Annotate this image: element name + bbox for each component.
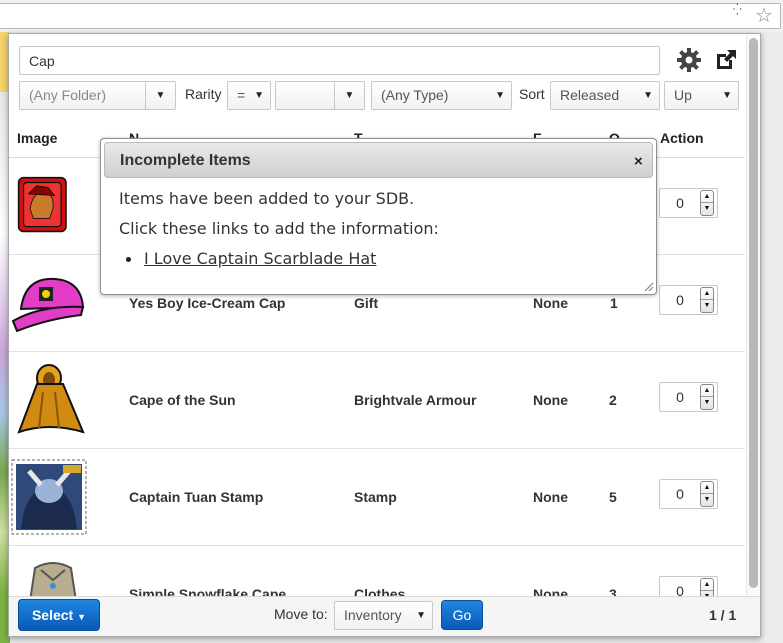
quantity-value: 0 <box>676 486 684 502</box>
item-qty: 5 <box>609 489 617 505</box>
rarity-operator-select[interactable]: = ▼ <box>227 81 271 110</box>
arrow-up-icon[interactable]: ▲ <box>701 385 713 397</box>
chevron-down-icon: ▼ <box>334 82 364 109</box>
item-type: Stamp <box>354 489 397 505</box>
go-button[interactable]: Go <box>441 600 483 630</box>
quantity-stepper[interactable]: 0 ▲▼ <box>659 382 718 412</box>
incomplete-item-link[interactable]: I Love Captain Scarblade Hat <box>144 249 376 268</box>
item-folder: None <box>533 489 568 505</box>
folder-select-value: (Any Folder) <box>29 87 107 103</box>
resize-grip-icon[interactable] <box>642 280 654 292</box>
item-type: Gift <box>354 295 379 311</box>
sdb-popup: (Any Folder) ▼ Rarity = ▼ ▼ (Any Type) ▼… <box>8 33 761 637</box>
select-button[interactable]: Select ▼ <box>18 599 100 631</box>
item-name: Cape of the Sun <box>129 392 236 408</box>
item-folder: None <box>533 392 568 408</box>
dialog-message-1: Items have been added to your SDB. <box>119 189 415 208</box>
rarity-label: Rarity <box>185 86 222 102</box>
item-name: Captain Tuan Stamp <box>129 489 264 505</box>
browser-toolbar: ⁛ ☆ <box>0 0 783 32</box>
sort-select-value: Released <box>560 87 620 103</box>
chevron-down-icon: ▼ <box>643 90 653 101</box>
sort-label: Sort <box>519 86 545 102</box>
arrow-down-icon[interactable]: ▼ <box>701 494 713 506</box>
select-button-label: Select <box>31 607 74 623</box>
chevron-down-icon: ▼ <box>254 90 264 101</box>
order-select-value: Up <box>674 87 692 103</box>
col-header-image[interactable]: Image <box>17 130 57 146</box>
order-select[interactable]: Up ▼ <box>664 81 739 110</box>
type-select-value: (Any Type) <box>381 87 449 103</box>
pagination: 1 / 1 <box>709 607 737 623</box>
item-folder: None <box>533 295 568 311</box>
bookmark-star-icon[interactable]: ☆ <box>755 5 777 25</box>
item-qty: 2 <box>609 392 617 408</box>
item-type: Brightvale Armour <box>354 392 477 408</box>
gear-icon[interactable] <box>676 47 702 73</box>
arrow-down-icon[interactable]: ▼ <box>701 397 713 409</box>
arrow-up-icon[interactable]: ▲ <box>701 288 713 300</box>
bullet-icon <box>126 257 131 262</box>
quantity-stepper[interactable]: 0 ▲▼ <box>659 479 718 509</box>
scrollbar-thumb[interactable] <box>749 38 758 588</box>
item-name: Yes Boy Ice-Cream Cap <box>129 295 286 311</box>
arrow-down-icon[interactable]: ▼ <box>701 203 713 215</box>
dialog-message-2: Click these links to add the information… <box>119 219 439 238</box>
folder-select[interactable]: (Any Folder) ▼ <box>19 81 176 110</box>
table-row: Cape of the Sun Brightvale Armour None 2… <box>9 352 745 449</box>
search-input[interactable] <box>19 46 660 75</box>
dialog-titlebar[interactable]: Incomplete Items × <box>104 142 653 178</box>
spinner[interactable]: ▲▼ <box>700 287 714 313</box>
chevron-down-icon: ▼ <box>495 90 505 101</box>
col-header-action: Action <box>660 130 704 146</box>
arrow-down-icon[interactable]: ▼ <box>701 300 713 312</box>
caret-down-icon: ▼ <box>77 612 87 622</box>
item-qty: 1 <box>610 295 618 311</box>
spinner[interactable]: ▲▼ <box>700 190 714 216</box>
move-to-label: Move to: <box>274 606 328 622</box>
address-bar[interactable] <box>0 3 781 29</box>
item-image-golden-cape <box>17 364 85 434</box>
move-to-value: Inventory <box>344 607 402 623</box>
type-select[interactable]: (Any Type) ▼ <box>371 81 512 110</box>
spinner[interactable]: ▲▼ <box>700 384 714 410</box>
rarity-operator-value: = <box>237 87 246 103</box>
table-row: Captain Tuan Stamp Stamp None 5 0 ▲ ▼ <box>9 449 745 546</box>
chevron-down-icon: ▼ <box>416 610 426 621</box>
chevron-down-icon: ▼ <box>145 82 175 109</box>
arrow-up-icon[interactable]: ▲ <box>701 482 713 494</box>
extension-icon[interactable]: ⁛ <box>733 5 755 24</box>
quantity-value: 0 <box>676 195 684 211</box>
arrow-up-icon[interactable]: ▲ <box>701 579 713 591</box>
incomplete-items-dialog: Incomplete Items × Items have been added… <box>100 138 657 295</box>
move-to-select[interactable]: Inventory ▼ <box>334 601 433 630</box>
popout-icon[interactable] <box>714 48 738 72</box>
quantity-stepper[interactable]: 0 ▲▼ <box>659 188 718 218</box>
close-icon[interactable]: × <box>634 153 643 170</box>
quantity-stepper[interactable]: 0 ▲▼ <box>659 285 718 315</box>
item-image-pink-cap <box>11 277 85 333</box>
chevron-down-icon: ▼ <box>722 90 732 101</box>
item-image-stamp <box>11 459 87 535</box>
quantity-value: 0 <box>676 292 684 308</box>
sort-select[interactable]: Released ▼ <box>550 81 660 110</box>
spinner[interactable]: ▲▼ <box>700 481 714 507</box>
rarity-value-select[interactable]: ▼ <box>275 81 365 110</box>
dialog-title: Incomplete Items <box>120 152 251 169</box>
item-image-red-hat <box>17 176 67 233</box>
arrow-up-icon[interactable]: ▲ <box>701 191 713 203</box>
quantity-value: 0 <box>676 389 684 405</box>
